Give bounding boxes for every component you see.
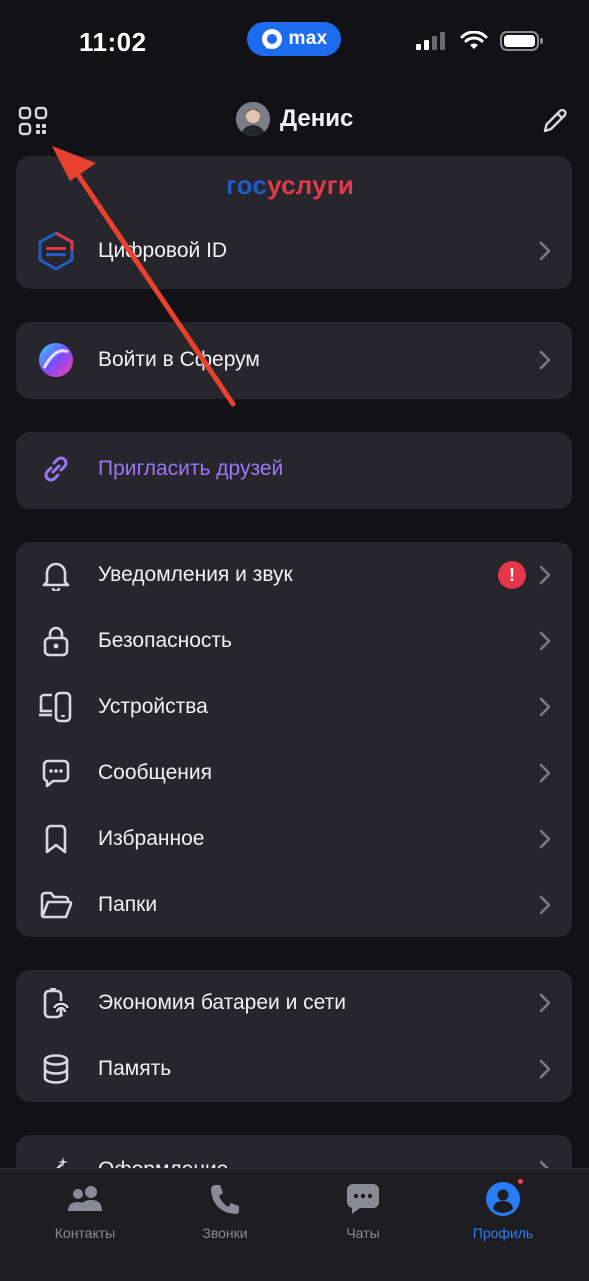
edit-profile-button[interactable] <box>536 102 574 140</box>
avatar[interactable] <box>236 102 270 136</box>
invite-card: Пригласить друзей <box>16 432 572 509</box>
digital-id-label: Цифровой ID <box>98 239 228 262</box>
tab-calls[interactable]: Звонки <box>155 1179 295 1249</box>
sferum-card: Войти в Сферум <box>16 322 572 399</box>
qr-code-button[interactable] <box>14 102 52 140</box>
memory-label: Память <box>98 1057 172 1080</box>
settings-card: Уведомления и звук ! Безопасность Устрой… <box>16 542 572 937</box>
tab-profile[interactable]: Профиль <box>433 1177 573 1249</box>
link-icon <box>36 449 76 489</box>
contacts-icon <box>65 1179 105 1219</box>
sferum-row[interactable]: Войти в Сферум <box>16 327 572 393</box>
notification-dot <box>516 1177 525 1186</box>
chevron-right-icon <box>536 894 554 916</box>
favorites-row[interactable]: Избранное <box>16 806 572 872</box>
database-icon <box>36 1049 76 1089</box>
chevron-right-icon <box>536 992 554 1014</box>
sferum-label: Войти в Сферум <box>98 348 260 371</box>
battery-icon <box>500 31 543 51</box>
avatar-photo-icon <box>236 102 270 136</box>
profile-head[interactable]: Денис <box>236 102 353 136</box>
battery-saver-label: Экономия батареи и сети <box>98 991 346 1014</box>
invite-friends-row[interactable]: Пригласить друзей <box>16 436 572 502</box>
notifications-row[interactable]: Уведомления и звук ! <box>16 542 572 608</box>
notifications-label: Уведомления и звук <box>98 563 293 586</box>
phone-icon <box>205 1179 245 1219</box>
tab-calls-label: Звонки <box>202 1225 248 1241</box>
tab-bar: Контакты Звонки Чаты Профиль <box>0 1168 589 1281</box>
devices-row[interactable]: Устройства <box>16 674 572 740</box>
tab-contacts[interactable]: Контакты <box>15 1179 155 1249</box>
status-time: 11:02 <box>79 27 147 57</box>
security-row[interactable]: Безопасность <box>16 608 572 674</box>
favorites-label: Избранное <box>98 827 205 850</box>
digital-id-icon <box>36 231 76 271</box>
gosuslugi-card: госуслуги Цифровой ID <box>16 156 572 289</box>
digital-id-row[interactable]: Цифровой ID <box>16 218 572 284</box>
devices-label: Устройства <box>98 695 208 718</box>
qr-code-icon <box>18 106 48 136</box>
devices-icon <box>36 687 76 727</box>
chevron-right-icon <box>536 762 554 784</box>
chevron-right-icon <box>536 564 554 586</box>
profile-name: Денис <box>280 105 354 132</box>
messages-row[interactable]: Сообщения <box>16 740 572 806</box>
chevron-right-icon <box>536 349 554 371</box>
status-bar: 11:02 max <box>0 0 589 88</box>
tab-profile-label: Профиль <box>472 1225 534 1241</box>
chat-icon <box>343 1179 383 1219</box>
app-indicator-pill[interactable]: max <box>247 22 341 56</box>
profile-header: Денис <box>0 92 589 152</box>
security-label: Безопасность <box>98 629 232 652</box>
chevron-right-icon <box>536 630 554 652</box>
status-icons <box>414 30 544 52</box>
folders-row[interactable]: Папки <box>16 872 572 938</box>
wifi-icon <box>460 31 488 49</box>
tab-chats[interactable]: Чаты <box>293 1179 433 1249</box>
pencil-icon <box>543 108 567 133</box>
chevron-right-icon <box>536 1058 554 1080</box>
battery-saver-row[interactable]: Экономия батареи и сети <box>16 970 572 1036</box>
app-name: max <box>288 28 328 49</box>
chevron-right-icon <box>536 696 554 718</box>
memory-row[interactable]: Память <box>16 1036 572 1102</box>
alert-badge: ! <box>498 561 526 589</box>
storage-card: Экономия батареи и сети Память <box>16 970 572 1102</box>
folders-label: Папки <box>98 893 158 916</box>
messages-label: Сообщения <box>98 761 212 784</box>
profile-icon <box>483 1177 525 1219</box>
bell-icon <box>36 555 76 595</box>
lock-icon <box>36 621 76 661</box>
sferum-logo-icon <box>36 340 76 380</box>
gosuslugi-logo: госуслуги <box>226 170 355 200</box>
chevron-right-icon <box>536 240 554 262</box>
folder-icon <box>36 885 76 925</box>
max-logo-icon <box>261 29 282 49</box>
chevron-right-icon <box>536 828 554 850</box>
tab-contacts-label: Контакты <box>54 1225 116 1241</box>
battery-saver-icon <box>36 983 76 1023</box>
signal-icon <box>416 32 445 50</box>
message-icon <box>36 753 76 793</box>
tab-chats-label: Чаты <box>346 1225 380 1241</box>
bookmark-icon <box>36 819 76 859</box>
invite-friends-label: Пригласить друзей <box>98 457 284 480</box>
